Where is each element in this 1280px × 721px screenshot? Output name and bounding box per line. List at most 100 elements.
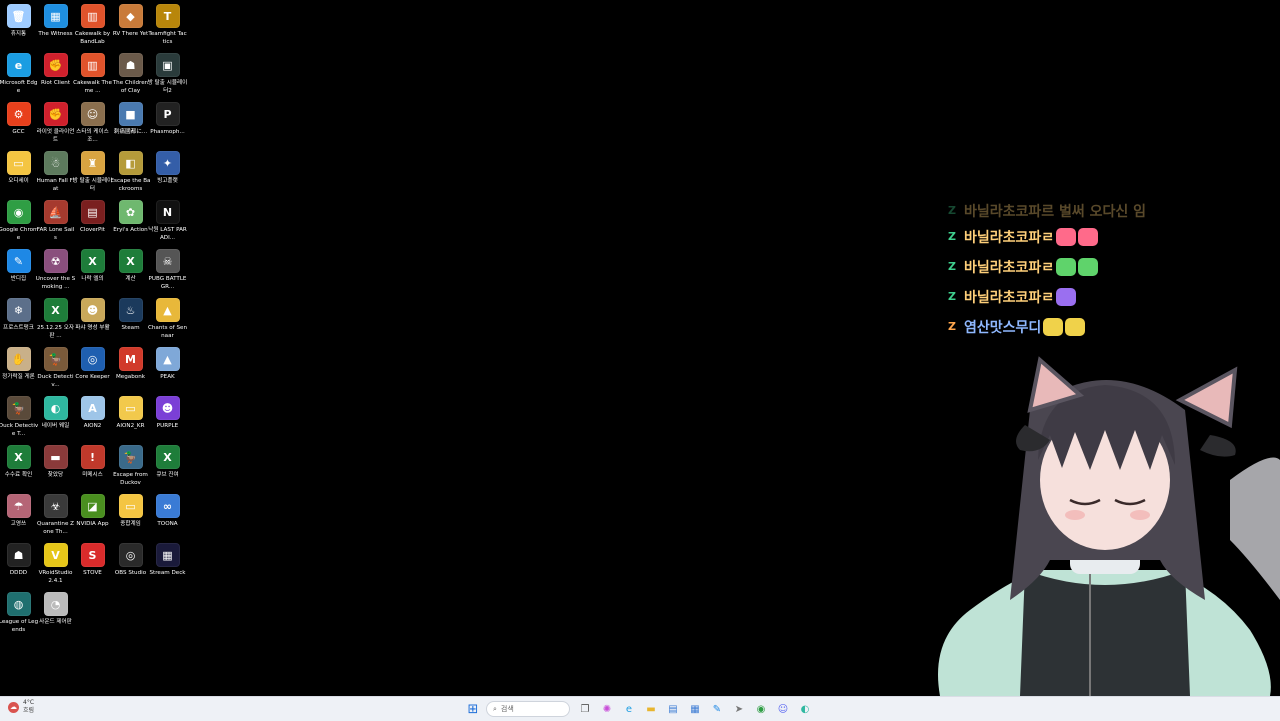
taskbar-copilot-icon[interactable]: ✺ [598,700,616,718]
desktop-icon[interactable]: ◐ 네이버 웨일 [37,396,74,430]
chat-message: Z 바닐라초코파ㄹ [948,252,1178,282]
desktop-icon[interactable]: ☗ DDDD [0,543,37,577]
desktop-icon[interactable]: ! 미메시스 [74,445,111,479]
desktop-icon[interactable]: 🦆 Duck Detective T... [0,396,38,438]
desktop-icon[interactable]: ❄ 프로스트펑크 [0,298,37,332]
desktop-icon[interactable]: e Microsoft Edge [0,53,37,95]
desktop-icon-label: AION2 [83,423,102,429]
desktop-icon-label: Escape the Backrooms [110,178,151,192]
desktop-icon[interactable]: X 25.12.25 오자판 ... [37,298,74,340]
desktop-icon[interactable]: ■ 刺痛國都に... [112,102,149,136]
desktop-icon[interactable]: ▦ The Witness [37,4,74,38]
taskbar-notepad-icon[interactable]: ▤ [664,700,682,718]
desktop-icon[interactable]: ▥ Cakewalk by BandLab [74,4,111,46]
desktop-icon-label: Cakewalk Theme ... [73,80,112,94]
desktop-icon[interactable]: ◆ RV There Yet [112,4,149,38]
desktop-icon[interactable]: ✊ Riot Client [37,53,74,87]
app-icon: ▭ [118,494,143,518]
desktop-icon[interactable]: ▤ CloverPit [74,200,111,234]
taskbar-calculator-icon[interactable]: ▦ [686,700,704,718]
desktop-icon[interactable]: ▭ AION2_KR [112,396,149,430]
desktop-icon[interactable]: X 나락 엘의 [74,249,111,283]
taskbar-discord-icon[interactable]: ☺ [774,700,792,718]
desktop-icon[interactable]: ◍ League of Legends [0,592,38,634]
app-icon: ▥ [80,53,105,77]
desktop-icon[interactable]: X 수수료 확인 [0,445,37,479]
desktop-icon[interactable]: T Teamfight Tactics [148,4,187,46]
desktop-icon[interactable]: ▲ PEAK [149,347,186,381]
desktop-icon[interactable]: ♨ Steam [112,298,149,332]
chat-message: Z 바닐라초코파르 벌써 오다신 임 [948,200,1178,222]
app-icon: ☻ [80,298,105,322]
desktop-icon[interactable]: ▬ 찾았당 [37,445,74,479]
desktop-icon-label: Steam [121,325,140,331]
desktop-icon[interactable]: P Phasmoph... [149,102,186,136]
desktop-icon[interactable]: ∞ TOONA [149,494,186,528]
taskbar-chrome-icon[interactable]: ◉ [752,700,770,718]
weather-widget[interactable]: ☁ 4°C 흐림 [8,699,34,715]
desktop-icon[interactable]: ▣ 방 탈출 시뮬레이터2 [147,53,188,95]
desktop-icon[interactable]: ☠ PUBG BATTLEGR... [149,249,186,291]
start-button[interactable]: ⊞ [464,700,482,718]
desktop-icon[interactable]: 🗑 휴지통 [0,4,37,38]
app-icon: ☂ [6,494,31,518]
desktop-icon[interactable]: ✊ 라이엇 클라이언트 [37,102,74,144]
desktop-icon[interactable]: ☂ 고영쓰 [0,494,37,528]
app-icon: ◧ [118,151,143,175]
app-icon: 🦆 [118,445,143,469]
desktop-icon[interactable]: ☻ PURPLE [149,396,186,430]
desktop-icon[interactable]: ◔ 사운드 제어판 [37,592,74,626]
desktop-icon[interactable]: ▲ Chants of Sennaar [148,298,187,340]
desktop-icon[interactable]: S STOVE [74,543,111,577]
taskbar-file-explorer-icon[interactable]: ▬ [642,700,660,718]
desktop-icon[interactable]: ☺ 스타의 케이스 조... [74,102,111,144]
desktop-icon[interactable]: A AION2 [74,396,111,430]
desktop-icon-label: FAR Lone Sails [36,227,75,241]
desktop-icon[interactable]: V VRoidStudio 2.4.1 [37,543,74,585]
desktop-icon[interactable]: ☻ 파샤 명성 부활 [74,298,111,332]
app-icon: X [118,249,143,273]
desktop-icon[interactable]: ♜ 방 탈출 시뮬레이터 [73,151,112,193]
desktop-icon[interactable]: ☗ The Children of Clay [112,53,149,95]
app-icon: ☺ [80,102,105,126]
desktop-icon[interactable]: ✋ 정가락질 게론 [0,347,37,381]
desktop-icon[interactable]: X 큐브 진여 [149,445,186,479]
desktop-icon[interactable]: 🦆 Duck Detectiv... [37,347,74,389]
taskbar-edge-icon[interactable]: e [620,700,638,718]
desktop-icon[interactable]: 🦆 Escape from Duckov [112,445,149,487]
chat-emote-icon [1078,258,1099,276]
chat-badge-icon: Z [948,260,956,273]
desktop-icon[interactable]: ☢ Uncover the Smoking ... [35,249,76,291]
desktop-icon[interactable]: ◧ Escape the Backrooms [110,151,151,193]
taskbar-whale-icon[interactable]: ◐ [796,700,814,718]
taskbar-search[interactable]: ⌕ 검색 [486,701,570,717]
desktop-icon[interactable]: N 낙원 LAST PARADI... [148,200,187,242]
taskbar-task-view-icon[interactable]: ❐ [576,700,594,718]
desktop-icon[interactable]: ✿ Eryi's Action [112,200,149,234]
desktop-icon[interactable]: ☃ Human Fall Flat [37,151,74,193]
desktop-icon-label: 방 탈출 시뮬레이터2 [147,80,188,94]
desktop-icon[interactable]: ⚙ GCC [0,102,37,136]
taskbar-app-arrow-icon[interactable]: ➤ [730,700,748,718]
desktop-icon-label: 네이버 웨일 [41,423,70,429]
desktop-icon[interactable]: ▥ Cakewalk Theme ... [73,53,112,95]
desktop-icon-label: TOONA [157,521,178,527]
desktop-icon[interactable]: ◎ Core Keeper [74,347,111,381]
desktop-icon[interactable]: ✎ 반디집 [0,249,37,283]
desktop-icon[interactable]: ▦ Stream Deck [149,543,186,577]
desktop-icon[interactable]: ▭ 종합계임 [112,494,149,528]
app-icon: ◉ [6,200,31,224]
desktop-icon-label: 빙고플랫 [157,178,178,184]
desktop-icon[interactable]: ◉ Google Chrome [0,200,39,242]
desktop-icon[interactable]: ✦ 빙고플랫 [149,151,186,185]
app-icon: ☃ [43,151,68,175]
desktop-icon[interactable]: ◎ OBS Studio [112,543,149,577]
desktop-icon[interactable]: ▭ 오디세이 [0,151,37,185]
taskbar-bandizip-icon[interactable]: ✎ [708,700,726,718]
desktop-icon[interactable]: ⛵ FAR Lone Sails [37,200,74,242]
desktop-icon[interactable]: ◪ NVIDIA App [74,494,111,528]
desktop-icon-label: Uncover the Smoking ... [35,276,76,290]
desktop-icon[interactable]: ☣ Quarantine Zone Th... [37,494,74,536]
desktop-icon[interactable]: X 계산 [112,249,149,283]
desktop-icon[interactable]: M Megabonk [112,347,149,381]
